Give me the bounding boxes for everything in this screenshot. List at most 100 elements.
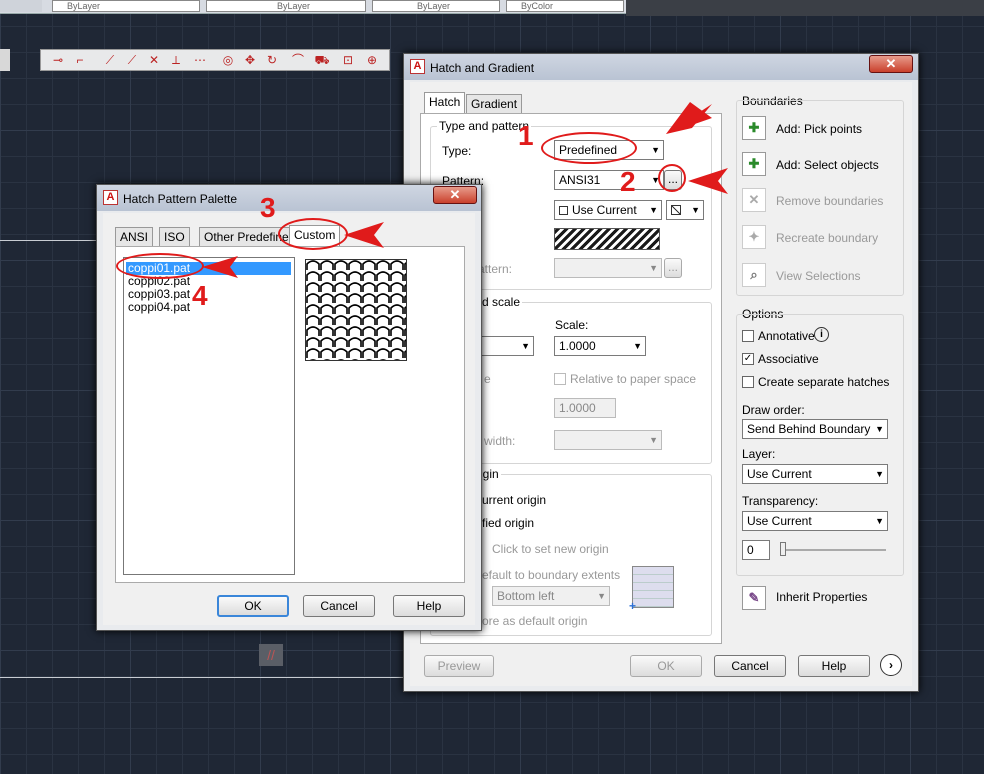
ok-button[interactable]: OK bbox=[630, 655, 702, 677]
help-button[interactable]: Help bbox=[798, 655, 870, 677]
pattern-swatch[interactable] bbox=[554, 228, 660, 250]
chevron-down-icon: ▼ bbox=[651, 145, 660, 155]
custom-pattern-browse-button[interactable]: ... bbox=[664, 258, 682, 278]
palette-titlebar: A Hatch Pattern Palette ✕ bbox=[97, 185, 481, 211]
add-select-objects-button[interactable]: Add: Select objects bbox=[776, 158, 879, 172]
chevron-down-icon: ▼ bbox=[633, 341, 642, 351]
layer-select-1[interactable]: ByLayer bbox=[52, 0, 200, 12]
line-icon[interactable]: ⊸ bbox=[49, 52, 67, 68]
associative-checkbox[interactable]: ✓ bbox=[742, 353, 754, 365]
layer-tools-icon bbox=[0, 0, 42, 12]
angle-scale-group-title: d scale bbox=[480, 295, 523, 309]
recreate-boundary-icon[interactable]: ✦ bbox=[742, 225, 766, 249]
inherit-properties-icon[interactable]: ✎ bbox=[742, 586, 766, 610]
insert-icon[interactable]: ⊕ bbox=[363, 52, 381, 68]
transparency-value: Use Current bbox=[747, 514, 812, 528]
canvas-line bbox=[0, 240, 100, 241]
construction-line-icon[interactable]: ⌐ bbox=[71, 52, 89, 68]
color-combo[interactable]: Use Current ▼ bbox=[554, 200, 662, 220]
circle-icon[interactable]: ◎ bbox=[219, 52, 237, 68]
layer-select-2[interactable]: ByLayer bbox=[206, 0, 366, 12]
palette-close-button[interactable]: ✕ bbox=[433, 186, 477, 204]
palette-cancel-button[interactable]: Cancel bbox=[303, 595, 375, 617]
step-3-ring bbox=[278, 218, 348, 250]
relative-paper-checkbox[interactable] bbox=[554, 373, 566, 385]
palette-help-button[interactable]: Help bbox=[393, 595, 465, 617]
custom-pattern-combo[interactable]: ▼ bbox=[554, 258, 662, 278]
chevron-down-icon: ▼ bbox=[521, 341, 530, 351]
layer-label: Layer: bbox=[742, 447, 776, 461]
annotative-checkbox[interactable] bbox=[742, 330, 754, 342]
remove-boundaries-button[interactable]: Remove boundaries bbox=[776, 194, 883, 208]
list-item[interactable]: coppi03.pat bbox=[128, 287, 190, 301]
layer-value: Use Current bbox=[747, 467, 812, 481]
car-icon[interactable]: ⛟ bbox=[313, 52, 331, 68]
transparency-number-input[interactable]: 0 bbox=[742, 540, 770, 560]
transparency-label: Transparency: bbox=[742, 494, 819, 508]
magnifier-icon[interactable]: ⌕ bbox=[742, 263, 766, 287]
cancel-button[interactable]: Cancel bbox=[714, 655, 786, 677]
transparency-slider-thumb[interactable] bbox=[780, 542, 786, 556]
add-pick-points-icon[interactable]: ✚ bbox=[742, 116, 766, 140]
close-button[interactable]: ✕ bbox=[869, 55, 913, 73]
step-3-arrow-icon bbox=[344, 222, 384, 248]
add-select-objects-icon[interactable]: ✚ bbox=[742, 152, 766, 176]
scale-combo[interactable]: 1.0000 ▼ bbox=[554, 336, 646, 356]
dialog-title: Hatch and Gradient bbox=[430, 61, 535, 75]
chevron-down-icon: ▼ bbox=[649, 435, 658, 445]
transparency-slider-track[interactable] bbox=[780, 549, 886, 551]
list-item[interactable]: coppi04.pat bbox=[128, 300, 190, 314]
info-icon[interactable]: i bbox=[814, 327, 829, 342]
tab-gradient[interactable]: Gradient bbox=[466, 94, 523, 114]
recreate-boundary-button[interactable]: Recreate boundary bbox=[776, 231, 878, 245]
iso-pen-width-combo[interactable]: ▼ bbox=[554, 430, 662, 450]
draw-order-combo[interactable]: Send Behind Boundary ▼ bbox=[742, 419, 888, 439]
trim-icon[interactable]: ⟂ bbox=[167, 52, 185, 68]
pattern-file-list[interactable]: coppi01.pat coppi02.pat coppi03.pat copp… bbox=[123, 257, 295, 575]
polygon-icon[interactable]: ⟋ bbox=[123, 52, 141, 68]
rotate-icon[interactable]: ↻ bbox=[263, 52, 281, 68]
layer-select-3[interactable]: ByLayer bbox=[372, 0, 500, 12]
color-value: Use Current bbox=[572, 203, 637, 217]
origin-position-combo[interactable]: Bottom left ▼ bbox=[492, 586, 610, 606]
pattern-combo[interactable]: ANSI31 ▼ bbox=[554, 170, 664, 190]
canvas-line bbox=[0, 677, 404, 678]
click-new-origin-label[interactable]: Click to set new origin bbox=[492, 542, 609, 556]
remove-boundaries-icon[interactable]: ✕ bbox=[742, 188, 766, 212]
expand-chevron-icon[interactable]: › bbox=[880, 654, 902, 676]
background-color-combo[interactable]: ▼ bbox=[666, 200, 704, 220]
add-pick-points-button[interactable]: Add: Pick points bbox=[776, 122, 862, 136]
step-2-ring bbox=[658, 164, 686, 192]
draw-toolbar: ⊸ ⌐ ⟋ ⟋ ✕ ⟂ ⋯ ◎ ✥ ↻ ⌒ ⛟ ⊡ ⊕ bbox=[40, 49, 390, 71]
spacing-input[interactable]: 1.0000 bbox=[554, 398, 616, 418]
tab-iso[interactable]: ISO bbox=[159, 227, 190, 247]
layer-combo[interactable]: Use Current ▼ bbox=[742, 464, 888, 484]
custom-pattern-label: attern: bbox=[478, 262, 513, 276]
double-label-tail: e bbox=[484, 372, 491, 386]
chevron-down-icon: ▼ bbox=[649, 263, 658, 273]
dash-line-icon[interactable]: ⋯ bbox=[191, 52, 209, 68]
separate-hatches-label: Create separate hatches bbox=[758, 375, 890, 389]
lock-icon[interactable]: ⊡ bbox=[339, 52, 357, 68]
step-2-label: 2 bbox=[620, 166, 636, 197]
chevron-down-icon: ▼ bbox=[649, 205, 658, 215]
separate-hatches-checkbox[interactable] bbox=[742, 376, 754, 388]
chevron-down-icon: ▼ bbox=[875, 424, 884, 434]
extend-icon[interactable]: ✕ bbox=[145, 52, 163, 68]
tab-ansi[interactable]: ANSI bbox=[115, 227, 154, 247]
color-select[interactable]: ByColor bbox=[506, 0, 624, 12]
arc-icon[interactable]: ⌒ bbox=[289, 52, 307, 68]
hatch-pattern-palette-dialog: A Hatch Pattern Palette ✕ ANSI ISO Other… bbox=[96, 184, 482, 631]
step-1-ring bbox=[541, 132, 637, 164]
preview-button[interactable]: Preview bbox=[424, 655, 494, 677]
dialog-titlebar: A Hatch and Gradient ✕ bbox=[404, 54, 918, 80]
polyline-icon[interactable]: ⟋ bbox=[101, 52, 119, 68]
snap-icon[interactable]: ✥ bbox=[241, 52, 259, 68]
hatch-glyph-icon: // bbox=[259, 644, 283, 666]
inherit-properties-button[interactable]: Inherit Properties bbox=[776, 590, 867, 604]
palette-ok-button[interactable]: OK bbox=[217, 595, 289, 617]
view-selections-button[interactable]: View Selections bbox=[776, 269, 861, 283]
transparency-combo[interactable]: Use Current ▼ bbox=[742, 511, 888, 531]
tab-hatch[interactable]: Hatch bbox=[424, 92, 466, 114]
step-1-label: 1 bbox=[518, 120, 534, 151]
